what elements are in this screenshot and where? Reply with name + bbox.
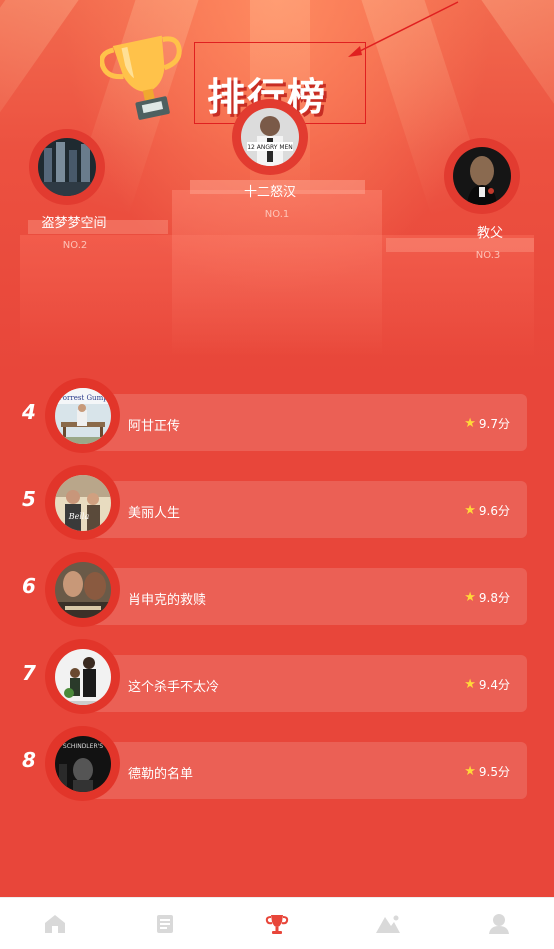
podium-avatar-2[interactable]: [29, 129, 105, 205]
poster-godfather-icon: [453, 147, 511, 205]
movie-name: 美丽人生: [128, 506, 181, 521]
list-icon: [157, 914, 174, 933]
trophy-icon: [265, 914, 289, 934]
tab-profile[interactable]: [479, 904, 519, 944]
ranking-row[interactable]: 4 Forrest Gump 阿甘正传 ★ 9.7分: [0, 378, 554, 458]
ranking-row[interactable]: 6 肖申克的救赎 ★ 9.8分: [0, 552, 554, 632]
star-icon: ★: [464, 677, 476, 692]
movie-score: ★ 9.7分: [464, 415, 510, 432]
ranking-row[interactable]: 7 这个杀手不太冷 ★ 9.4分: [0, 639, 554, 719]
trophy-icon: [100, 35, 182, 120]
score-value: 9.6分: [478, 504, 510, 518]
movie-name: 阿甘正传: [128, 419, 181, 434]
poster-leon-icon: [54, 648, 111, 705]
movie-avatar[interactable]: [45, 552, 120, 627]
podium-rank-2: NO.2: [62, 240, 88, 251]
tab-discover[interactable]: [368, 904, 408, 944]
movie-name: 德勒的名单: [128, 767, 194, 782]
user-icon: [488, 913, 509, 934]
tab-ranking[interactable]: [257, 904, 297, 944]
poster-12-angry-men-icon: 12 ANGRY MEN: [241, 108, 299, 166]
tab-list[interactable]: [146, 904, 186, 944]
svg-text:SCHINDLER'S: SCHINDLER'S: [62, 743, 102, 750]
movie-name: 肖申克的救赎: [128, 593, 207, 608]
movie-score: ★ 9.4分: [464, 676, 510, 693]
podium-rank-3: NO.3: [475, 250, 501, 261]
svg-text:Bella: Bella: [67, 512, 89, 521]
poster-life-is-beautiful-icon: Bella: [54, 474, 111, 531]
svg-text:Forrest Gump: Forrest Gump: [58, 394, 108, 402]
star-icon: ★: [464, 764, 476, 779]
rank-number: 4: [22, 400, 36, 424]
movie-score: ★ 9.8分: [464, 589, 510, 606]
podium-name-2[interactable]: 盗梦梦空间: [24, 212, 124, 231]
movie-avatar[interactable]: [45, 639, 120, 714]
svg-text:12 ANGRY MEN: 12 ANGRY MEN: [247, 144, 293, 151]
podium-avatar-3[interactable]: [444, 138, 520, 214]
score-value: 9.4分: [478, 678, 510, 692]
star-icon: ★: [464, 590, 476, 605]
podium-name-3[interactable]: 教父: [440, 222, 540, 241]
rank-number: 6: [22, 574, 36, 598]
tab-home[interactable]: [35, 904, 75, 944]
poster-schindlers-list-icon: SCHINDLER'S: [54, 735, 111, 792]
star-icon: ★: [464, 416, 476, 431]
ranking-row[interactable]: 8 SCHINDLER'S 德勒的名单 ★ 9.5分: [0, 726, 554, 806]
home-icon: [45, 914, 66, 933]
movie-avatar[interactable]: Bella: [45, 465, 120, 540]
podium-rank-1: NO.1: [264, 209, 290, 220]
rank-number: 7: [22, 661, 36, 685]
podium-name-1[interactable]: 十二怒汉: [220, 181, 320, 200]
score-value: 9.5分: [478, 765, 510, 779]
movie-avatar[interactable]: SCHINDLER'S: [45, 726, 120, 801]
rank-number: 5: [22, 487, 36, 511]
bottom-tab-bar: [0, 897, 554, 949]
score-value: 9.7分: [478, 417, 510, 431]
mountain-icon: [375, 915, 400, 933]
star-icon: ★: [464, 503, 476, 518]
poster-shawshank-icon: [54, 561, 111, 618]
movie-avatar[interactable]: Forrest Gump: [45, 378, 120, 453]
movie-score: ★ 9.6分: [464, 502, 510, 519]
poster-forrest-gump-icon: Forrest Gump: [54, 387, 111, 444]
ranking-row[interactable]: 5 Bella 美丽人生 ★ 9.6分: [0, 465, 554, 545]
score-value: 9.8分: [478, 591, 510, 605]
rank-number: 8: [22, 748, 36, 772]
movie-name: 这个杀手不太冷: [128, 680, 220, 695]
poster-inception-icon: [38, 138, 96, 196]
podium-avatar-1[interactable]: 12 ANGRY MEN: [232, 99, 308, 175]
movie-score: ★ 9.5分: [464, 763, 510, 780]
